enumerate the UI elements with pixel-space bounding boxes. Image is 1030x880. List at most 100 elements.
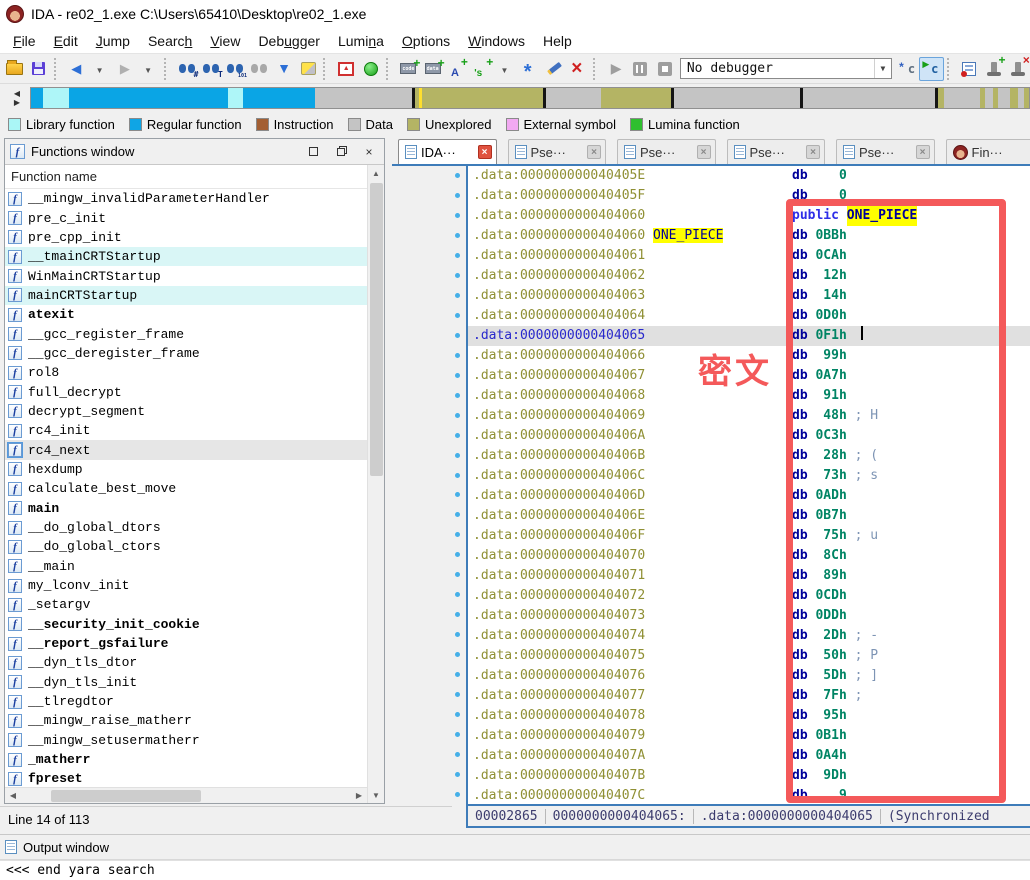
listing-line[interactable]: .data:000000000040406A db 0C3h [468,426,1030,446]
listing-line[interactable]: .data:0000000000404076 db 5Dh ; ] [468,666,1030,686]
listing-line[interactable]: .data:000000000040406C db 73h ; s [468,466,1030,486]
listing-line[interactable]: .data:0000000000404067 db 0A7h [468,366,1030,386]
forward-history-dropdown-button[interactable] [137,57,161,81]
edit-comment-button[interactable] [542,57,566,81]
navband-scroll-arrows[interactable]: ◀ ▶ [9,89,25,107]
function-row[interactable]: __report_gsfailure [5,634,367,653]
listing-line[interactable]: .data:0000000000404078 db 95h [468,706,1030,726]
function-row[interactable]: WinMainCRTStartup [5,266,367,285]
listing-line[interactable]: .data:000000000040406E db 0B7h [468,506,1030,526]
listing-line[interactable]: .data:000000000040406B db 28h ; ( [468,446,1030,466]
menu-item-windows[interactable]: Windows [459,30,534,52]
navigate-back-button[interactable] [64,57,88,81]
function-row[interactable]: __mingw_setusermatherr [5,731,367,750]
tab-pse[interactable]: Pse··· [617,139,716,164]
listing-line[interactable]: .data:0000000000404063 db 14h [468,286,1030,306]
listing-line[interactable]: .data:000000000040407C db 9 [468,786,1030,804]
horizontal-scrollbar[interactable]: ◀ ▶ [5,787,367,803]
navigation-band[interactable] [30,87,1030,109]
function-row[interactable]: __mingw_raise_matherr [5,711,367,730]
listing-line[interactable]: .data:0000000000404061 db 0CAh [468,246,1030,266]
function-row[interactable]: __tlregdtor [5,692,367,711]
string-type-dropdown-button[interactable] [493,57,517,81]
function-row[interactable]: __gcc_register_frame [5,324,367,343]
breakpoint-add-button[interactable] [981,53,1006,81]
listing-line[interactable]: .data:0000000000404075 db 50h ; P [468,646,1030,666]
save-file-button[interactable] [26,57,50,81]
search-text-button[interactable]: T [199,57,223,81]
highlight-lock-button[interactable] [296,57,320,81]
listing-line[interactable]: .data:0000000000404073 db 0DDh [468,606,1030,626]
problems-list-button[interactable] [334,57,358,81]
vscroll-thumb[interactable] [369,183,383,477]
function-row[interactable]: hexdump [5,460,367,479]
function-row[interactable]: mainCRTStartup [5,285,367,306]
function-row[interactable]: __do_global_dtors [5,518,367,537]
function-row[interactable]: __main [5,557,367,576]
function-row[interactable]: __do_global_ctors [5,537,367,556]
attach-to-process-button[interactable] [895,57,919,81]
function-row[interactable]: __dyn_tls_init [5,673,367,692]
function-row[interactable]: __gcc_deregister_frame [5,344,367,363]
functions-window-titlebar[interactable]: Functions window × [5,139,384,165]
vertical-scrollbar[interactable]: ▲ ▼ [367,165,384,803]
function-row[interactable]: __tmainCRTStartup [5,247,367,267]
menu-item-help[interactable]: Help [534,30,581,52]
function-row[interactable]: atexit [5,305,367,324]
open-file-button[interactable] [2,57,26,81]
breakpoint-delete-button[interactable] [1006,53,1030,81]
tab-close-icon[interactable] [587,145,601,159]
listing-line[interactable]: .data:0000000000404060 public ONE_PIECE [468,206,1030,226]
create-code-button[interactable] [396,56,420,81]
function-row[interactable]: rc4_next [5,440,367,460]
function-name-column-header[interactable]: Function name [5,165,367,189]
lumina-status-button[interactable] [358,57,382,81]
listing-line[interactable]: .data:0000000000404077 db 7Fh ; [468,686,1030,706]
function-row[interactable]: decrypt_segment [5,402,367,421]
function-row[interactable]: __dyn_tls_dtor [5,653,367,672]
function-row[interactable]: pre_cpp_init [5,228,367,247]
listing-line[interactable]: .data:0000000000404064 db 0D0h [468,306,1030,326]
menu-item-options[interactable]: Options [393,30,459,52]
tab-close-icon[interactable] [806,145,820,159]
navigate-forward-button[interactable] [113,57,137,81]
run-to-cursor-button[interactable] [919,56,944,81]
listing-line[interactable]: .data:0000000000404060 ONE_PIECE db 0BBh [468,226,1030,246]
jump-to-address-button[interactable] [272,57,296,81]
tab-ida[interactable]: IDA··· [398,139,497,164]
tab-close-icon[interactable] [696,145,711,159]
create-struct-button[interactable] [518,57,542,81]
tab-pse[interactable]: Pse··· [507,139,606,164]
output-window-content[interactable]: <<< end yara search [0,860,1030,880]
menu-item-lumina[interactable]: Lumina [329,30,393,52]
menu-item-search[interactable]: Search [139,30,201,52]
function-row[interactable]: __security_init_cookie [5,615,367,634]
listing-line[interactable]: .data:0000000000404068 db 91h [468,386,1030,406]
tab-fin[interactable]: Fin··· [945,139,1030,164]
listing-line[interactable]: .data:0000000000404069 db 48h ; H [468,406,1030,426]
listing-line[interactable]: .data:0000000000404065 db 0F1h [468,326,1030,346]
hscroll-thumb[interactable] [51,789,201,802]
listing-line[interactable]: .data:000000000040405F db 0 [468,186,1030,206]
debugger-stop-button[interactable] [653,57,677,81]
breakpoint-list-button[interactable] [957,57,981,81]
listing-line[interactable]: .data:000000000040406D db 0ADh [468,486,1030,506]
tab-pse[interactable]: Pse··· [836,139,935,164]
create-data-button[interactable] [421,56,445,81]
debugger-start-button[interactable] [604,57,628,81]
debugger-select[interactable]: No debugger [679,58,892,79]
function-row[interactable]: full_decrypt [5,382,367,401]
tab-close-icon[interactable] [477,145,492,159]
listing-line[interactable]: .data:0000000000404062 db 12h [468,266,1030,286]
listing-line[interactable]: .data:000000000040405E db 0 [468,166,1030,186]
function-row[interactable]: fpreset [5,769,367,787]
listing-line[interactable]: .data:0000000000404079 db 0B1h [468,726,1030,746]
maximize-button[interactable] [302,143,324,161]
menu-item-jump[interactable]: Jump [87,30,139,52]
create-name-button[interactable] [445,55,469,81]
search-next-button[interactable] [248,57,272,81]
listing-line[interactable]: .data:0000000000404071 db 89h [468,566,1030,586]
undefine-button[interactable] [566,57,590,81]
debugger-pause-button[interactable] [628,57,652,81]
restore-button[interactable] [330,143,352,161]
